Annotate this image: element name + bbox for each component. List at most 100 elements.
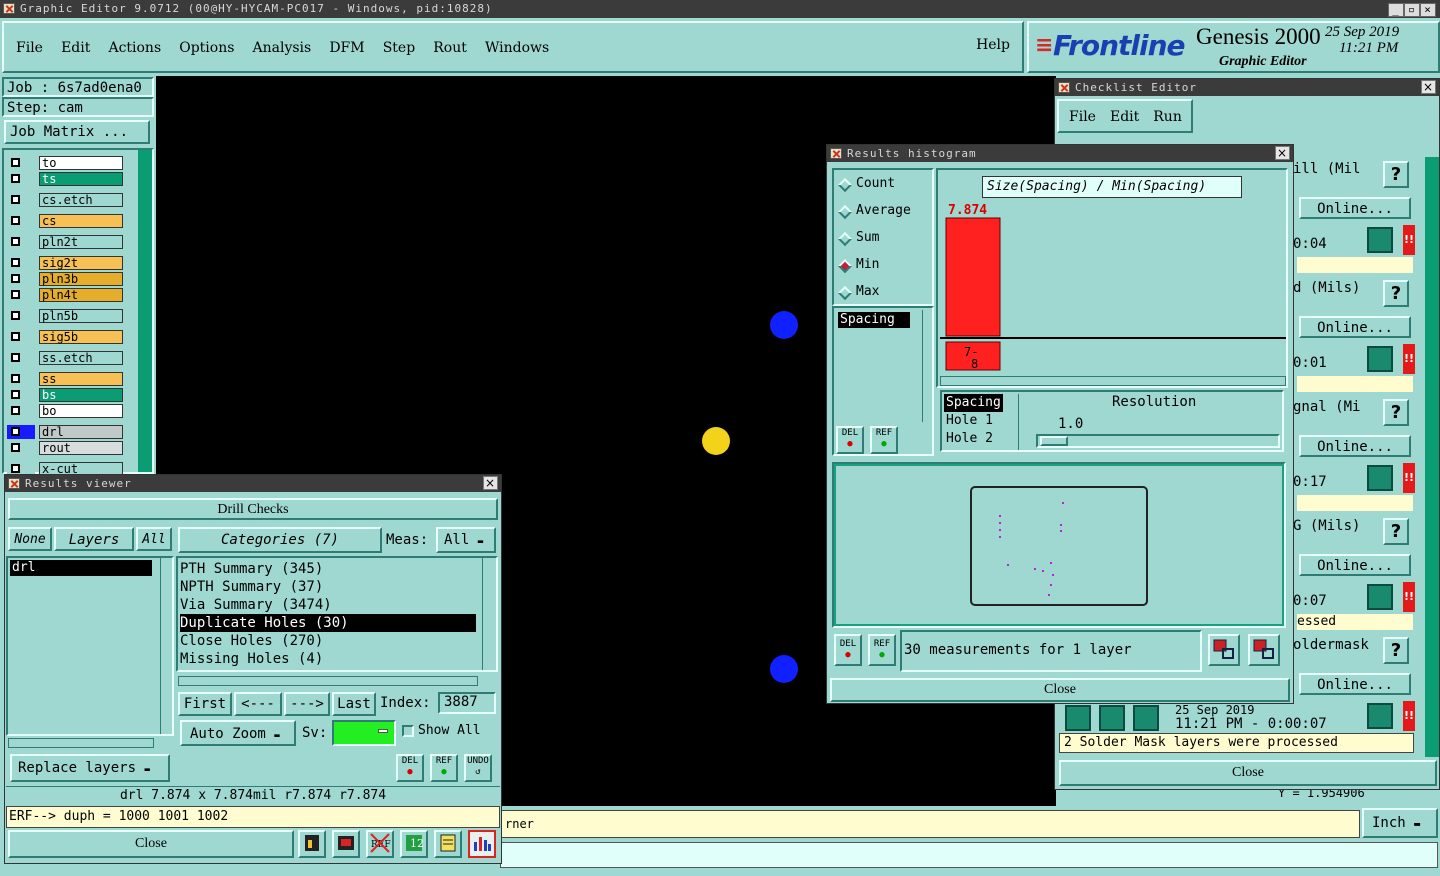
layer-row-bs[interactable]: bs — [7, 388, 123, 402]
category-item[interactable]: Missing Holes (4) — [180, 650, 476, 668]
last-button[interactable]: Last — [332, 692, 376, 716]
chart-scrollbar[interactable] — [940, 376, 1286, 386]
radio-min[interactable]: Min — [837, 257, 879, 274]
resolution-slider[interactable] — [1036, 434, 1280, 448]
category-item[interactable]: Via Summary (3474) — [180, 596, 476, 614]
layer-name[interactable]: pln4t — [39, 288, 123, 302]
replace-layers-select[interactable]: Replace layers ▬ — [10, 754, 170, 782]
layer-checkbox[interactable] — [7, 351, 35, 365]
resolution-item[interactable]: Hole 2 — [944, 430, 1003, 448]
menu-step[interactable]: Step — [383, 40, 415, 56]
report-icon[interactable] — [298, 830, 326, 858]
del-button[interactable]: DEL ● — [834, 634, 862, 666]
close-icon[interactable]: × — [1275, 146, 1290, 160]
magnify-icon[interactable] — [1367, 227, 1393, 253]
layer-checkbox[interactable] — [7, 156, 35, 170]
layer-row-pln4t[interactable]: pln4t — [7, 288, 123, 302]
online-button[interactable]: Online... — [1299, 435, 1411, 457]
layer-checkbox[interactable] — [7, 309, 35, 323]
layer-name[interactable]: sig2t — [39, 256, 123, 270]
first-button[interactable]: First — [178, 692, 232, 716]
all-button[interactable]: All — [136, 527, 172, 551]
layer-row-sig2t[interactable]: sig2t — [7, 256, 123, 270]
maximize-icon[interactable]: ▫ — [1404, 3, 1420, 17]
action-icon[interactable] — [1133, 705, 1159, 731]
radio-count[interactable]: Count — [837, 176, 895, 193]
numbering-icon[interactable]: 12 — [400, 830, 428, 858]
clear-ref-icon[interactable]: REF — [366, 830, 394, 858]
film-icon[interactable] — [332, 830, 360, 858]
unit-selector[interactable]: Inch ▬ — [1362, 808, 1438, 838]
layer-name[interactable]: ss — [39, 372, 123, 386]
layer-row-cs[interactable]: cs — [7, 214, 123, 228]
auto-zoom-select[interactable]: Auto Zoom ▬ — [180, 720, 296, 746]
layer-name[interactable]: ss.etch — [39, 351, 123, 365]
notes-icon[interactable] — [434, 830, 462, 858]
undo-button[interactable]: UNDO ↺ — [464, 754, 492, 782]
layer-row-ss-etch[interactable]: ss.etch — [7, 351, 123, 365]
help-button[interactable]: ? — [1383, 280, 1409, 307]
menu-help[interactable]: Help — [976, 37, 1010, 53]
magnify-icon[interactable] — [1367, 465, 1393, 491]
layer-row-pln2t[interactable]: pln2t — [7, 235, 123, 249]
layer-row-bo[interactable]: bo — [7, 404, 123, 418]
checklist-close-button[interactable]: Close — [1059, 760, 1437, 786]
radio-sum[interactable]: Sum — [837, 230, 879, 247]
layer-row-rout[interactable]: rout — [7, 441, 123, 455]
help-button[interactable]: ? — [1383, 518, 1409, 545]
layer-checkbox[interactable] — [7, 256, 35, 270]
layer-checkbox[interactable] — [7, 288, 35, 302]
rv-category-hscroll[interactable] — [178, 676, 478, 686]
import-icon[interactable] — [1248, 634, 1280, 666]
layer-name[interactable]: pln3b — [39, 272, 123, 286]
checklist-menu-edit[interactable]: Edit — [1110, 109, 1139, 125]
rv-layer-item[interactable]: drl — [10, 560, 152, 576]
del-button[interactable]: DEL ● — [836, 426, 864, 454]
layer-checkbox[interactable] — [7, 172, 35, 186]
layer-name[interactable]: ts — [39, 172, 123, 186]
categories-button[interactable]: Categories (7) — [178, 527, 382, 553]
layer-scrollbar[interactable] — [138, 150, 152, 472]
checklist-scrollbar[interactable] — [1425, 157, 1439, 757]
category-item[interactable]: Close Holes (270) — [180, 632, 476, 650]
histogram-list-scrollbar[interactable] — [922, 310, 932, 422]
layer-row-drl[interactable]: drl — [7, 425, 123, 439]
layer-checkbox[interactable] — [7, 425, 35, 439]
help-button[interactable]: ? — [1383, 161, 1409, 188]
rv-layer-hscroll[interactable] — [8, 738, 154, 748]
layer-name[interactable]: pln2t — [39, 235, 123, 249]
magnify-icon[interactable] — [1367, 346, 1393, 372]
del-button[interactable]: DEL ● — [396, 754, 424, 782]
job-matrix-button[interactable]: Job Matrix ... — [4, 120, 150, 144]
layer-checkbox[interactable] — [7, 272, 35, 286]
resolution-item[interactable]: Hole 1 — [944, 412, 1003, 430]
menu-actions[interactable]: Actions — [108, 40, 161, 56]
menu-analysis[interactable]: Analysis — [253, 40, 312, 56]
rv-close-button[interactable]: Close — [8, 830, 294, 858]
ref-button[interactable]: REF ● — [870, 426, 898, 454]
resolution-scrollbar[interactable] — [1018, 394, 1030, 450]
menu-edit[interactable]: Edit — [61, 40, 90, 56]
layer-row-ss[interactable]: ss — [7, 372, 123, 386]
show-all-checkbox[interactable] — [402, 725, 414, 737]
close-window-icon[interactable]: × — [1420, 3, 1436, 17]
ref-button[interactable]: REF ● — [430, 754, 458, 782]
online-button[interactable]: Online... — [1299, 316, 1411, 338]
menu-windows[interactable]: Windows — [485, 40, 549, 56]
action-icon[interactable] — [1065, 705, 1091, 731]
layer-checkbox[interactable] — [7, 330, 35, 344]
layer-row-pln3b[interactable]: pln3b — [7, 272, 123, 286]
layer-name[interactable]: drl — [39, 425, 123, 439]
checklist-menu-run[interactable]: Run — [1153, 109, 1182, 125]
layer-checkbox[interactable] — [7, 372, 35, 386]
radio-max[interactable]: Max — [837, 284, 879, 301]
menu-file[interactable]: File — [16, 40, 43, 56]
sv-color-select[interactable] — [332, 720, 396, 746]
online-button[interactable]: Online... — [1299, 554, 1411, 576]
layer-checkbox[interactable] — [7, 404, 35, 418]
ref-button[interactable]: REF ● — [868, 634, 896, 666]
meas-select[interactable]: All ▬ — [436, 527, 496, 553]
magnify-icon[interactable] — [1367, 584, 1393, 610]
resolution-item[interactable]: Spacing — [944, 394, 1003, 412]
command-line[interactable] — [500, 842, 1438, 868]
